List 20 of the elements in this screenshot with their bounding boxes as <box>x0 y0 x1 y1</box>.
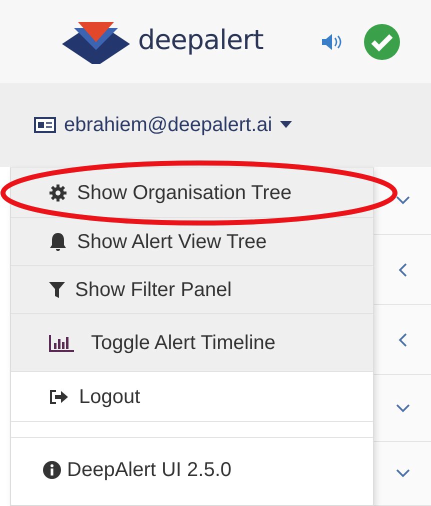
caret-down-icon <box>280 121 292 129</box>
gear-icon <box>49 184 67 202</box>
bell-icon <box>49 232 67 252</box>
filter-icon <box>49 280 65 298</box>
id-card-icon <box>34 117 56 133</box>
chevron-down-icon[interactable] <box>396 404 410 412</box>
bar-chart-icon <box>49 334 75 352</box>
chevron-down-icon[interactable] <box>396 469 410 478</box>
menu-item[interactable]: Show Filter Panel <box>11 266 373 314</box>
menu-item[interactable]: Show Organisation Tree <box>11 168 373 218</box>
logo-text: deepalert <box>138 24 264 58</box>
sign-out-icon <box>49 388 69 404</box>
chevron-down-icon[interactable] <box>396 196 410 205</box>
info-icon <box>43 461 61 479</box>
chevron-left-icon[interactable] <box>398 332 407 346</box>
menu-item[interactable]: Toggle Alert Timeline <box>11 314 373 372</box>
version-text: DeepAlert UI 2.5.0 <box>67 458 232 483</box>
chevron-left-icon[interactable] <box>398 262 407 276</box>
menu-item[interactable]: Show Alert View Tree <box>11 218 373 266</box>
menu-item[interactable]: Logout <box>11 372 373 422</box>
